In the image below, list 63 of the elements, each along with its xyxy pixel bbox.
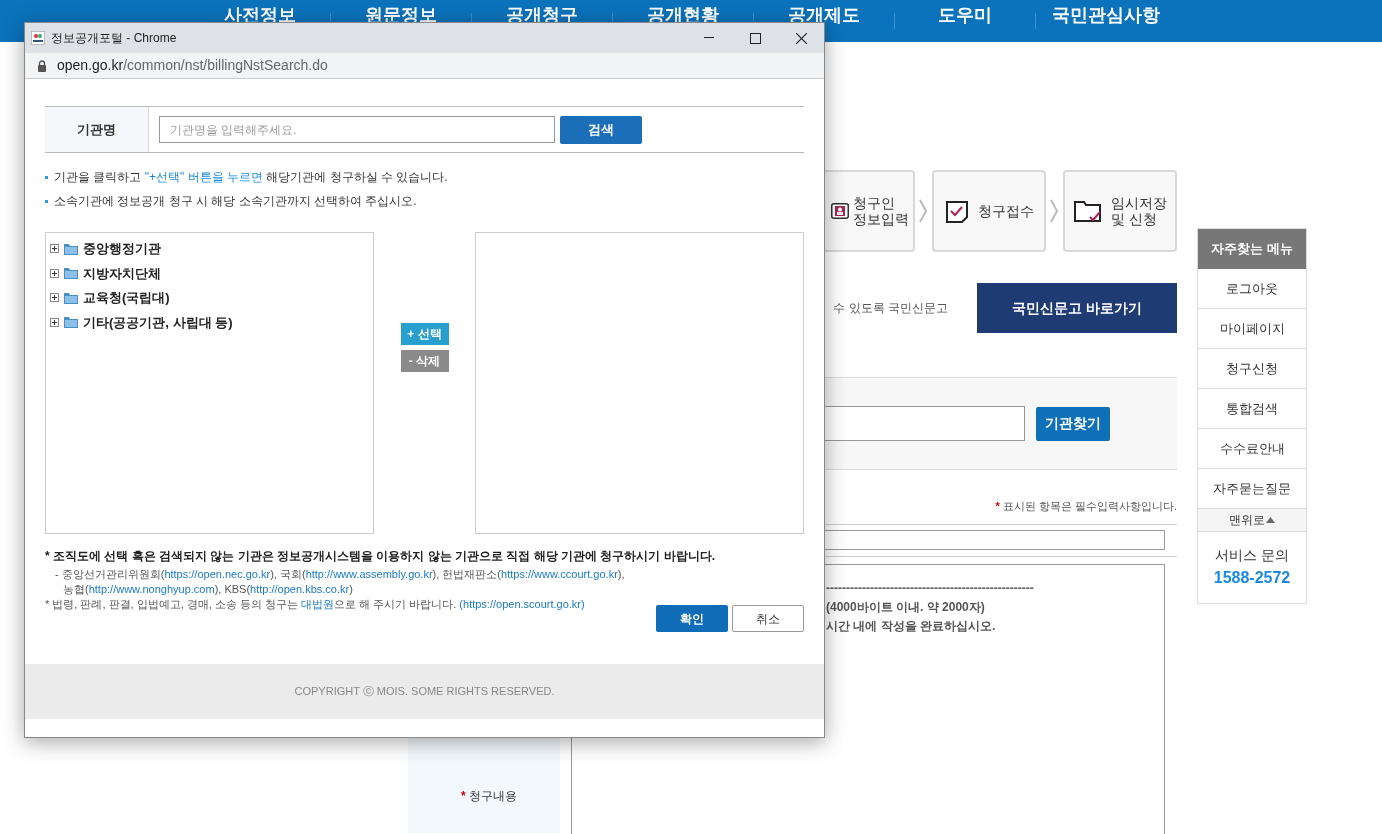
link[interactable]: http://open.kbs.co.kr <box>250 583 350 595</box>
nav-link[interactable]: 도우미 <box>895 0 1035 30</box>
nav-link[interactable]: 국민관심사항 <box>1036 0 1176 30</box>
tree-item[interactable]: 교육청(국립대) <box>83 288 170 308</box>
instruction-text: 기관을 클릭하고 "+선택" 버튼을 누르면 해당기관에 청구하실 수 있습니다. <box>54 169 448 185</box>
quick-menu-title: 자주찾는 메뉴 <box>1198 229 1306 269</box>
folder-icon <box>63 241 79 256</box>
search-button[interactable]: 검색 <box>560 115 642 144</box>
note-text: 농협(http://www.nonghyup.com), KBS(http://open.kbs.co.kr) <box>62 582 354 597</box>
window-title: 정보공개포털 - Chrome <box>51 30 177 47</box>
tree-item[interactable]: 기타(공공기관, 사립대 등) <box>83 312 233 332</box>
expand-icon[interactable] <box>50 317 59 327</box>
quick-menu-item[interactable]: 로그아웃 <box>1198 269 1306 309</box>
link[interactable]: https://open.nec.go.kr <box>164 568 271 580</box>
service-phone: 1588-2572 <box>1213 568 1291 588</box>
chevron-right-icon <box>919 199 928 223</box>
step-label: 청구인 정보입력 <box>853 195 909 227</box>
tree-item[interactable]: 지방자치단체 <box>83 263 161 283</box>
close-icon <box>795 32 807 44</box>
step-label: 청구접수 <box>978 203 1034 219</box>
chevron-right-icon <box>1050 199 1059 223</box>
expand-icon[interactable] <box>50 268 59 278</box>
bullet-icon <box>45 175 48 179</box>
content-label: * 청구내용 <box>460 787 517 805</box>
quick-menu-item[interactable]: 수수료안내 <box>1198 429 1306 469</box>
cancel-button[interactable]: 취소 <box>732 605 804 632</box>
folder-icon <box>63 290 79 305</box>
remove-button[interactable]: - 삭제 <box>400 350 449 372</box>
maximize-icon <box>749 32 761 44</box>
checklist-icon <box>944 198 970 224</box>
site-logo-icon <box>31 31 45 45</box>
link[interactable]: http://www.nonghyup.com <box>88 583 215 595</box>
link[interactable]: 대법원 <box>301 598 335 610</box>
folder-check-icon <box>1073 199 1103 223</box>
note-text: * 조직도에 선택 혹은 검색되지 않는 기관은 정보공개시스템을 이용하지 않는 기관으로 직접 해당 기관에 청구하시기 바랍니다. <box>45 548 715 565</box>
url-text: open.go.kr/common/nst/billingNstSearch.do <box>57 56 328 75</box>
confirm-button[interactable]: 확인 <box>656 605 728 632</box>
shinmungo-button[interactable]: 국민신문고 바로가기 <box>977 283 1177 333</box>
find-org-button[interactable]: 기관찾기 <box>1036 406 1110 441</box>
quick-menu-item[interactable]: 마이페이지 <box>1198 309 1306 349</box>
step-label: 임시저장 및 신청 <box>1111 195 1167 227</box>
id-card-icon <box>831 203 849 219</box>
folder-icon <box>63 315 79 330</box>
back-to-top-link[interactable]: 맨위로 <box>1198 509 1306 532</box>
expand-icon[interactable] <box>50 293 59 303</box>
quick-menu-item[interactable]: 통합검색 <box>1198 389 1306 429</box>
folder-icon <box>63 266 79 281</box>
notice-text: 수 있도록 국민신문고 <box>833 300 948 317</box>
org-name-field[interactable]: 기관명을 입력해주세요. <box>159 116 555 143</box>
minimize-icon <box>704 37 714 39</box>
required-note: * 표시된 항목은 필수입력사항입니다. <box>995 499 1177 514</box>
quick-menu-item[interactable]: 청구신청 <box>1198 349 1306 389</box>
expand-icon[interactable] <box>50 244 59 254</box>
search-label: 기관명 <box>45 107 149 152</box>
copyright-text: COPYRIGHT ⓒ MOIS. SOME RIGHTS RESERVED. <box>294 684 555 700</box>
bullet-icon <box>45 199 48 203</box>
up-triangle-icon <box>1266 517 1275 523</box>
tree-item[interactable]: 중앙행정기관 <box>83 239 161 259</box>
lock-icon <box>37 59 47 72</box>
service-label: 서비스 문의 <box>1215 546 1289 565</box>
instruction-text: 소속기관에 정보공개 청구 시 해당 소속기관까지 선택하여 주십시오. <box>54 193 417 209</box>
add-button[interactable]: + 선택 <box>400 323 449 345</box>
link[interactable]: http://www.assembly.go.kr <box>305 568 433 580</box>
